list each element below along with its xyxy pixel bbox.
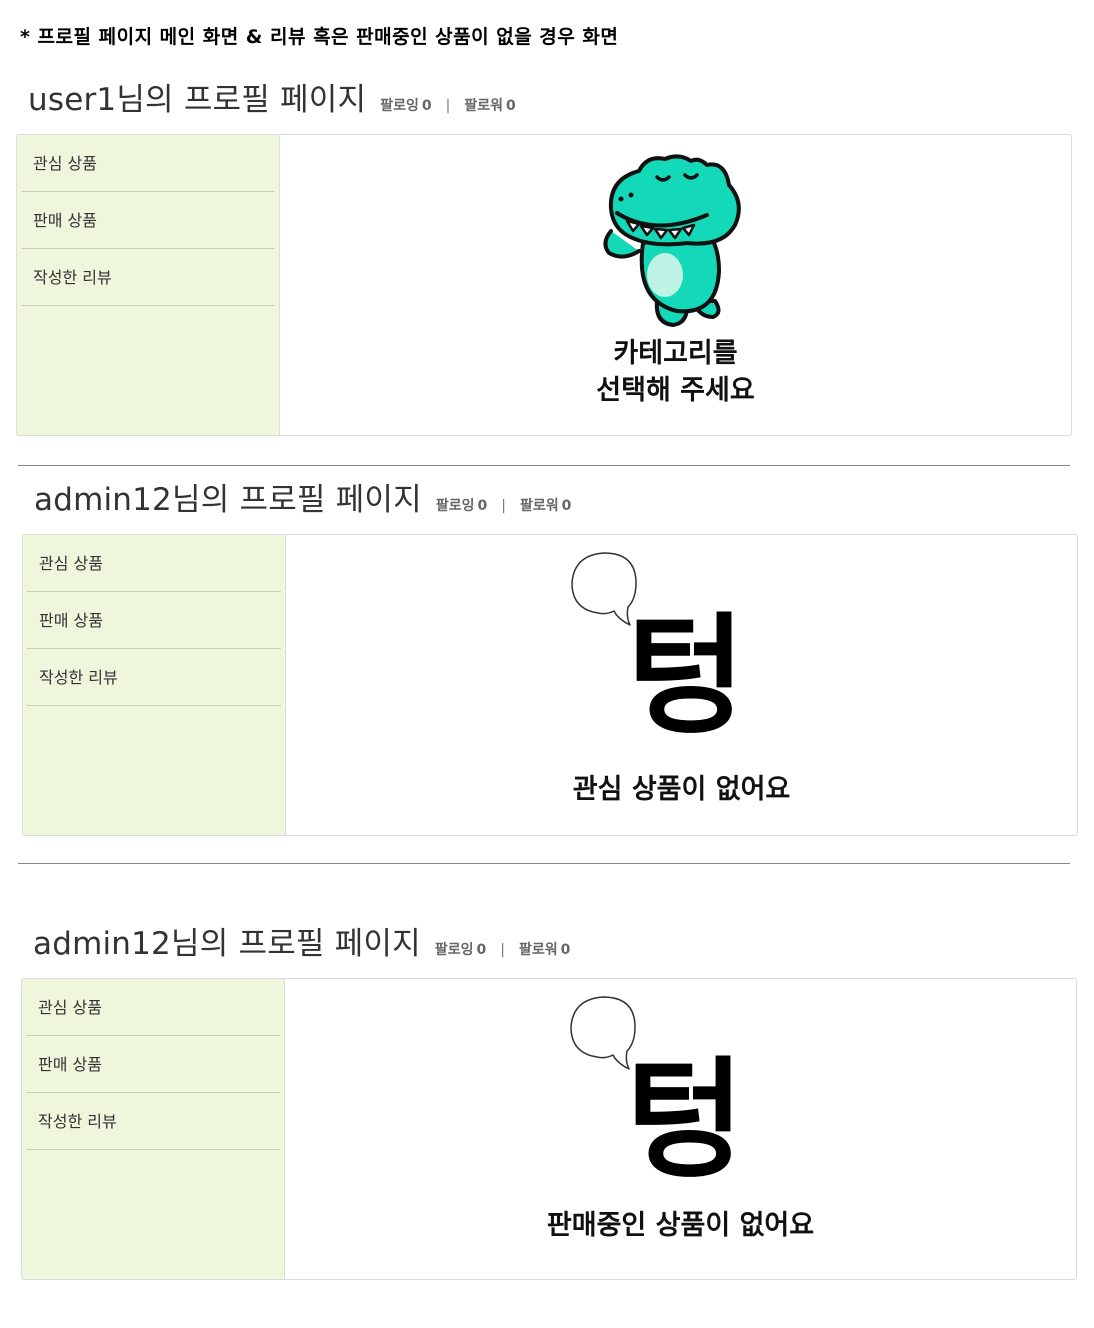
sidebar-item-selling[interactable]: 판매 상품 bbox=[21, 192, 275, 249]
sidebar-item-selling[interactable]: 판매 상품 bbox=[26, 1036, 280, 1093]
crocodile-mascot-icon bbox=[603, 154, 741, 327]
sidebar: 관심 상품 판매 상품 작성한 리뷰 bbox=[17, 135, 280, 435]
profile-card: 관심 상품 판매 상품 작성한 리뷰 카테고리를 선택해 주세요 bbox=[16, 134, 1072, 436]
page-title: user1님의 프로필 페이지 bbox=[28, 82, 367, 118]
empty-message: 관심 상품이 없어요 bbox=[572, 774, 791, 805]
content-area: 카테고리를 선택해 주세요 bbox=[280, 135, 1071, 435]
empty-glyph: 텅 bbox=[626, 600, 746, 752]
following-link[interactable]: 팔로잉 0 bbox=[436, 495, 487, 515]
sidebar-item-interest[interactable]: 관심 상품 bbox=[27, 535, 281, 592]
separator: | bbox=[445, 98, 451, 114]
sidebar-item-selling[interactable]: 판매 상품 bbox=[27, 592, 281, 649]
profile-header: user1님의 프로필 페이지 팔로잉 0 | 팔로워 0 bbox=[28, 74, 516, 119]
sidebar-item-reviews[interactable]: 작성한 리뷰 bbox=[26, 1093, 280, 1150]
sidebar: 관심 상품 판매 상품 작성한 리뷰 bbox=[22, 979, 285, 1279]
sidebar-item-reviews[interactable]: 작성한 리뷰 bbox=[21, 249, 275, 306]
message-line-1: 카테고리를 bbox=[613, 338, 738, 369]
page-title: admin12님의 프로필 페이지 bbox=[33, 926, 421, 962]
section-divider bbox=[18, 863, 1070, 864]
sidebar-item-interest[interactable]: 관심 상품 bbox=[21, 135, 275, 192]
profile-header: admin12님의 프로필 페이지 팔로잉 0 | 팔로워 0 bbox=[34, 474, 571, 519]
follower-link[interactable]: 팔로워 0 bbox=[519, 939, 570, 959]
empty-message: 카테고리를 선택해 주세요 bbox=[280, 335, 1071, 409]
sidebar-item-interest[interactable]: 관심 상품 bbox=[26, 979, 280, 1036]
content-area: 텅 관심 상품이 없어요 bbox=[286, 535, 1077, 835]
empty-message: 판매중인 상품이 없어요 bbox=[546, 1210, 815, 1241]
profile-card: 관심 상품 판매 상품 작성한 리뷰 텅 관심 상품이 없어요 bbox=[22, 534, 1078, 836]
profile-header: admin12님의 프로필 페이지 팔로잉 0 | 팔로워 0 bbox=[33, 918, 570, 963]
page-title: admin12님의 프로필 페이지 bbox=[34, 482, 422, 518]
separator: | bbox=[501, 498, 506, 514]
profile-card: 관심 상품 판매 상품 작성한 리뷰 텅 판매중인 상품이 없어요 bbox=[21, 978, 1077, 1280]
sidebar: 관심 상품 판매 상품 작성한 리뷰 bbox=[23, 535, 286, 835]
follower-link[interactable]: 팔로워 0 bbox=[464, 95, 515, 115]
following-link[interactable]: 팔로잉 0 bbox=[435, 939, 486, 959]
sidebar-item-reviews[interactable]: 작성한 리뷰 bbox=[27, 649, 281, 706]
separator: | bbox=[500, 942, 505, 958]
message-line-2: 선택해 주세요 bbox=[596, 375, 755, 406]
following-link[interactable]: 팔로잉 0 bbox=[380, 95, 431, 115]
follower-link[interactable]: 팔로워 0 bbox=[520, 495, 571, 515]
empty-glyph: 텅 bbox=[625, 1044, 745, 1196]
section-divider bbox=[18, 465, 1070, 466]
content-area: 텅 판매중인 상품이 없어요 bbox=[285, 979, 1076, 1279]
doc-title: * 프로필 페이지 메인 화면 & 리뷰 혹은 판매중인 상품이 없을 경우 화… bbox=[20, 26, 619, 48]
